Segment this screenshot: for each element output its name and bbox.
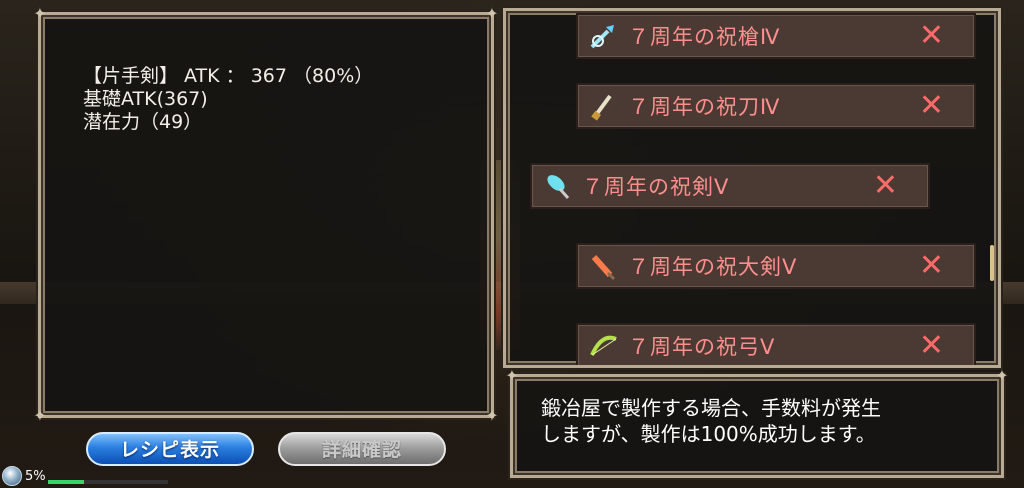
list-scrollbar[interactable] xyxy=(990,245,994,281)
description-line: しますが、製作は100%成功します。 xyxy=(541,422,876,446)
show-recipe-button[interactable]: レシピ表示 xyxy=(86,432,254,466)
status-percent: 5% xyxy=(25,468,46,484)
item-name: ７周年の祝弓Ⅴ xyxy=(628,335,776,359)
description-text: 鍛冶屋で製作する場合、手数料が発生 しますが、製作は100%成功します。 xyxy=(541,395,881,447)
orb-icon xyxy=(2,466,22,486)
item-name: ７周年の祝剣Ⅴ xyxy=(582,175,730,199)
frame-ornament-icon: ✦ xyxy=(995,366,1009,385)
item-name: ７周年の祝槍Ⅳ xyxy=(628,25,781,49)
remove-icon[interactable]: ✕ xyxy=(919,331,944,361)
item-name: ７周年の祝大剣Ⅴ xyxy=(628,255,798,279)
greatsword-icon xyxy=(588,251,618,281)
weapon-stats: 【片手剣】 ATK ： 367 （80%） 基礎ATK(367) 潜在力（49） xyxy=(83,65,373,134)
description-panel: ✦ ✦ 鍛冶屋で製作する場合、手数料が発生 しますが、製作は100%成功します。 xyxy=(505,367,1009,478)
remove-icon[interactable]: ✕ xyxy=(919,21,944,51)
sword-icon xyxy=(542,171,572,201)
progress-bar xyxy=(48,480,168,484)
list-item[interactable]: ７周年の祝弓Ⅴ ✕ xyxy=(576,323,976,365)
spear-icon xyxy=(588,21,618,51)
detail-check-button[interactable]: 詳細確認 xyxy=(278,432,446,466)
frame-ornament-icon: ✦ xyxy=(485,406,499,425)
remove-icon[interactable]: ✕ xyxy=(873,171,898,201)
frame-ornament-icon: ✦ xyxy=(505,366,519,385)
description-line: 鍛冶屋で製作する場合、手数料が発生 xyxy=(541,396,881,420)
weapon-stats-panel: ✦ ✦ ✦ ✦ 【片手剣】 ATK ： 367 （80%） 基礎ATK(367)… xyxy=(33,5,498,425)
remove-icon[interactable]: ✕ xyxy=(919,91,944,121)
progress-fill xyxy=(48,480,84,484)
frame-ornament-icon: ✦ xyxy=(33,4,47,23)
item-name: ７周年の祝刀Ⅳ xyxy=(628,95,781,119)
recipe-list-panel[interactable]: ７周年の祝槍Ⅳ ✕ ７周年の祝刀Ⅳ ✕ ７周年の祝剣Ⅴ ✕ ７周年の祝大剣Ⅴ ✕… xyxy=(503,8,1001,368)
list-item[interactable]: ７周年の祝大剣Ⅴ ✕ xyxy=(576,243,976,289)
potential-line: 潜在力（49） xyxy=(83,111,203,133)
weapon-atk-line: 【片手剣】 ATK ： 367 （80%） xyxy=(83,65,374,87)
frame-ornament-icon: ✦ xyxy=(485,4,499,23)
list-item[interactable]: ７周年の祝刀Ⅳ ✕ xyxy=(576,83,976,129)
remove-icon[interactable]: ✕ xyxy=(919,251,944,281)
bow-icon xyxy=(588,331,618,361)
katana-icon xyxy=(588,91,618,121)
base-atk-line: 基礎ATK(367) xyxy=(83,88,208,110)
list-item[interactable]: ７周年の祝剣Ⅴ ✕ xyxy=(530,163,930,209)
frame-ornament-icon: ✦ xyxy=(33,406,47,425)
status-indicator: 5% xyxy=(2,466,168,486)
list-item[interactable]: ７周年の祝槍Ⅳ ✕ xyxy=(576,13,976,59)
